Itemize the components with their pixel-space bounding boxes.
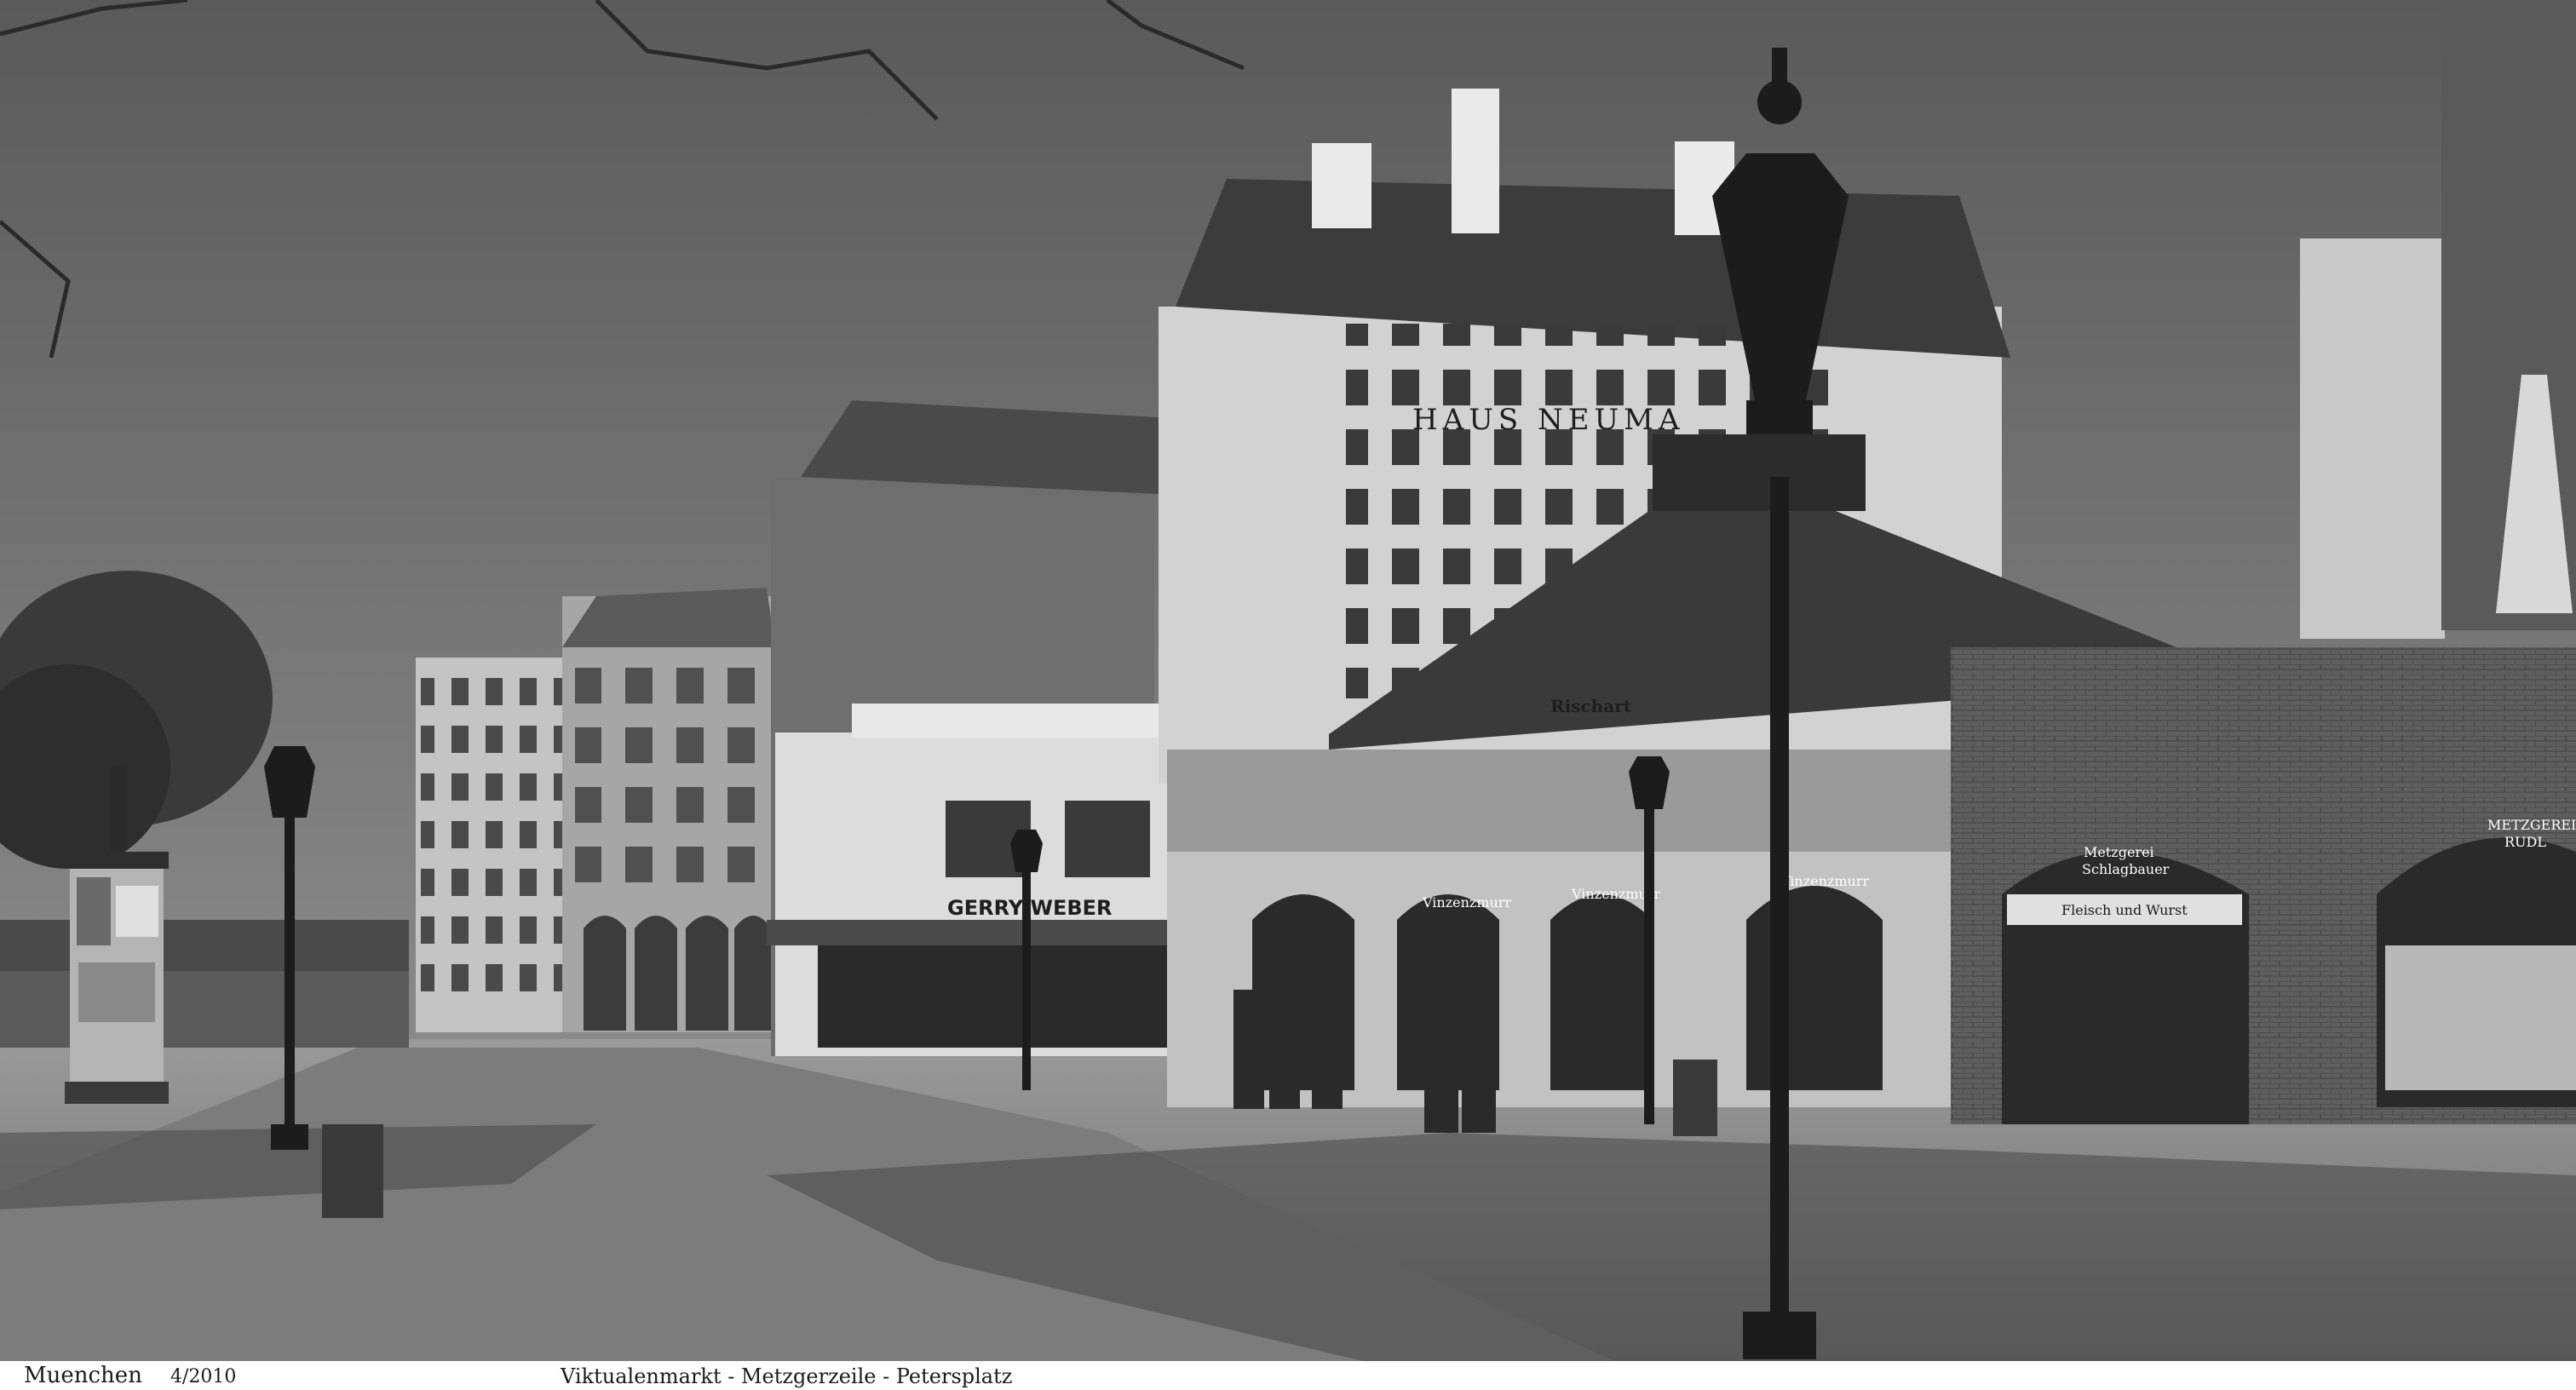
historic-arcades [584,916,771,1031]
haus-neumann-sign: HAUS NEUMA [1412,403,1685,437]
schlagbauer-sign-1: Metzgerei [2084,844,2154,860]
caption-location: Viktualenmarkt - Metzgerzeile - Peterspl… [561,1364,1013,1388]
rudl-sign-1: METZGEREI [2487,817,2576,833]
gerry-weber-building [767,704,1210,1056]
photo-scene: GERRY WEBER HAUS NEUMA Rischart Vinzenzm… [0,0,2576,1361]
historic-windows [575,647,771,903]
market-stall [0,971,409,1048]
rischart-sign: Rischart [1550,696,1632,716]
brick-hall [1951,647,2576,1124]
market-stall-roof [0,920,409,971]
trash-bin-right [1673,1060,1717,1136]
advertising-column [65,852,169,1104]
trash-bin-left [322,1124,383,1218]
schlagbauer-sign-2: Schlagbauer [2082,861,2170,877]
caption-city: Muenchen [24,1363,142,1388]
office-windows [421,673,566,997]
caption-date: 4/2010 [170,1366,237,1387]
vinzenzmurr-sign-1: Vinzenzmurr [1422,894,1511,910]
white-tower [2300,238,2445,639]
rudl-sign-2: RUDL [2504,834,2546,850]
fleisch-wurst-sign: Fleisch und Wurst [2061,902,2188,918]
vinzenzmurr-sign-3: Vinzenzmurr [1780,873,1869,889]
caption-bar: Muenchen 4/2010 Viktualenmarkt - Metzger… [0,1361,2576,1390]
